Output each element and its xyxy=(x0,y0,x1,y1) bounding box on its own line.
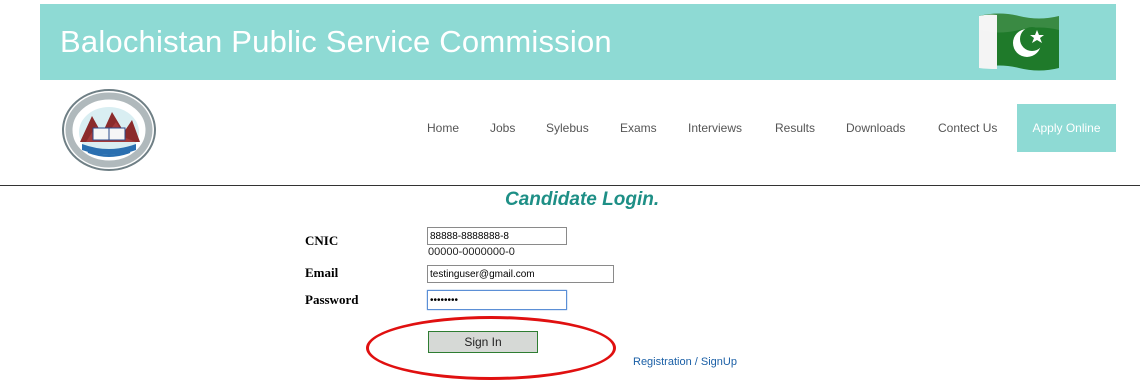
email-input[interactable] xyxy=(427,265,614,283)
nav-home[interactable]: Home xyxy=(427,121,459,135)
nav-exams[interactable]: Exams xyxy=(620,121,657,135)
cnic-input[interactable] xyxy=(427,227,567,245)
nav-sylebus[interactable]: Sylebus xyxy=(546,121,589,135)
main-nav: Home Jobs Sylebus Exams Interviews Resul… xyxy=(0,104,1140,154)
nav-contact-us[interactable]: Contect Us xyxy=(938,121,997,135)
nav-results[interactable]: Results xyxy=(775,121,815,135)
nav-interviews[interactable]: Interviews xyxy=(688,121,742,135)
cnic-format-hint: 00000-0000000-0 xyxy=(428,246,515,258)
sign-in-button[interactable]: Sign In xyxy=(428,331,538,353)
apply-online-button[interactable]: Apply Online xyxy=(1017,104,1116,152)
email-label: Email xyxy=(305,265,339,280)
password-label: Password xyxy=(305,292,359,307)
site-title: Balochistan Public Service Commission xyxy=(60,24,612,59)
password-input[interactable] xyxy=(427,290,567,310)
registration-signup-link[interactable]: Registration / SignUp xyxy=(633,356,737,368)
nav-jobs[interactable]: Jobs xyxy=(490,121,515,135)
nav-downloads[interactable]: Downloads xyxy=(846,121,905,135)
pakistan-flag-icon xyxy=(979,13,1059,71)
header-divider xyxy=(0,185,1140,186)
site-header: Balochistan Public Service Commission xyxy=(40,4,1116,80)
login-title: Candidate Login. xyxy=(505,189,660,210)
cnic-label: CNIC xyxy=(305,233,339,248)
